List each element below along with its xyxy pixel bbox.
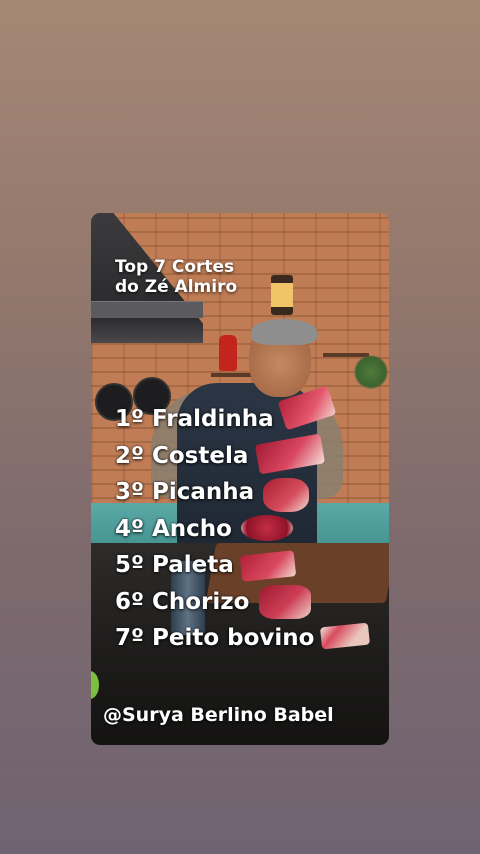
cut-name: Picanha — [152, 479, 255, 505]
credit-handle: @Surya Berlino Babel — [103, 704, 334, 726]
rank-number: 6º — [115, 588, 144, 615]
ranking-item: 5º Paleta — [115, 547, 314, 584]
rank-number: 5º — [115, 552, 144, 578]
cut-name: Ancho — [152, 515, 232, 542]
potted-plant — [353, 355, 389, 389]
ranking-item: 2º Costela — [115, 438, 314, 475]
cut-name: Fraldinha — [152, 406, 274, 432]
video-frame[interactable]: Top 7 Cortes do Zé Almiro 1º Fraldinha 2… — [91, 213, 389, 745]
rank-number: 2º — [115, 442, 144, 469]
video-title: Top 7 Cortes do Zé Almiro — [115, 257, 237, 297]
rank-number: 1º — [115, 406, 144, 432]
cut-name: Costela — [152, 442, 249, 469]
chef-hair — [251, 319, 317, 345]
ranking-item: 4º Ancho — [115, 511, 314, 548]
video-title-line: Top 7 Cortes — [115, 257, 235, 277]
rank-number: 3º — [115, 479, 144, 505]
cut-name: Peito bovino — [152, 625, 315, 651]
cut-name: Paleta — [152, 552, 234, 578]
ranking-item: 7º Peito bovino — [115, 620, 314, 657]
rank-number: 4º — [115, 515, 144, 542]
range-hood-rim — [91, 301, 203, 318]
red-lantern — [219, 335, 237, 371]
ranking-item: 6º Chorizo — [115, 584, 314, 621]
video-title-line: do Zé Almiro — [115, 277, 238, 297]
rank-number: 7º — [115, 625, 144, 651]
ranking-item: 1º Fraldinha — [115, 401, 314, 438]
ranking-item: 3º Picanha — [115, 474, 314, 511]
wall-lamp — [271, 275, 293, 315]
cut-name: Chorizo — [152, 588, 250, 615]
cuts-ranking-list: 1º Fraldinha 2º Costela 3º Picanha 4º An… — [115, 401, 314, 657]
